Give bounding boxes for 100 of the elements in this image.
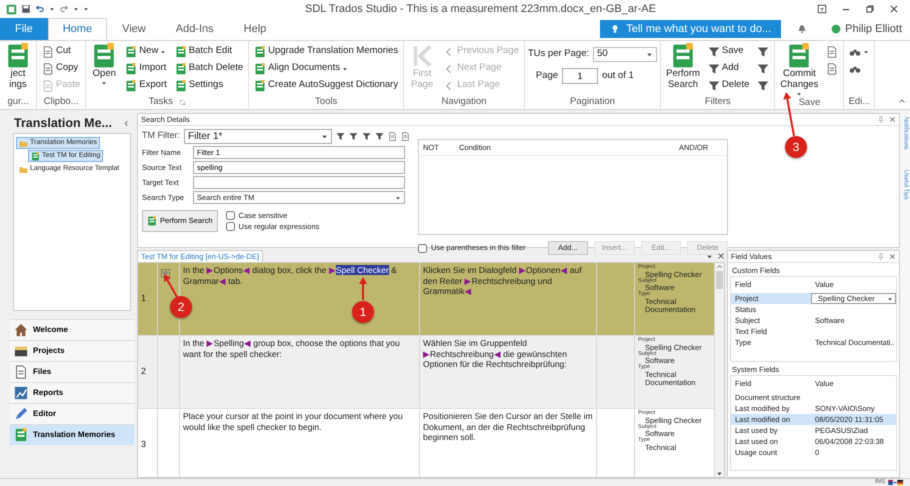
ribbon-button[interactable]: Create AutoSuggest Dictionary (252, 77, 400, 94)
close-icon[interactable] (889, 116, 896, 122)
ledger-icon (174, 80, 187, 92)
ribbon-button[interactable]: Align Documents (252, 60, 400, 77)
nav-button[interactable]: Editor (10, 403, 134, 424)
chevron-icon (716, 263, 723, 270)
ledger-icon (14, 428, 28, 442)
house-icon (14, 323, 28, 337)
funnel-icon (708, 46, 720, 58)
document-icon (42, 62, 54, 74)
caret-icon (101, 80, 108, 86)
ribbon-button[interactable]: Cut (40, 43, 82, 60)
funnel-icon (757, 80, 770, 92)
ribbon-button[interactable]: Delete (706, 77, 752, 94)
caret-icon (160, 48, 166, 54)
ribbon-button[interactable]: Add (706, 60, 752, 77)
document-icon[interactable] (388, 132, 397, 140)
chart-icon (14, 386, 28, 400)
redo-icon[interactable] (59, 4, 69, 14)
document-icon (14, 365, 28, 379)
caret-icon[interactable] (706, 252, 713, 260)
ribbon-button[interactable]: Batch Delete (172, 60, 246, 77)
group-label: Edi... (848, 94, 870, 109)
ledger-icon (147, 216, 157, 226)
ribbon-display-icon (817, 4, 827, 14)
caret-icon (887, 296, 893, 302)
nav-button[interactable]: Projects (10, 340, 134, 361)
ledger-icon (5, 43, 31, 69)
ledger-icon (174, 62, 187, 74)
source-text: In the ▶Spelling◀ group box, choose the options that you want for the spell checker: (180, 336, 420, 408)
ribbon-button[interactable]: Batch Edit (172, 43, 246, 60)
ribbon-tab[interactable]: Help (228, 18, 282, 40)
ribbon-button[interactable]: Settings (172, 77, 246, 94)
scrollbar[interactable] (715, 263, 724, 477)
ribbon-button[interactable]: Open (89, 43, 120, 86)
nav-button[interactable]: Files (10, 361, 134, 382)
scroll-thumb[interactable] (716, 271, 723, 289)
collapse-icon[interactable] (898, 97, 906, 105)
collapse-icon[interactable] (123, 120, 130, 126)
caret-icon[interactable] (49, 6, 55, 12)
document-icon (826, 46, 838, 58)
dropdown-field[interactable]: 50 (593, 46, 658, 62)
close-icon[interactable] (717, 252, 725, 260)
ribbon-button[interactable]: Import (123, 60, 169, 77)
folder-icon (19, 138, 28, 148)
field-label: TM Filter: (142, 129, 180, 142)
tell-me-box[interactable]: Tell me what you want to do... (600, 20, 782, 38)
user-account[interactable]: Philip Elliott (823, 18, 910, 40)
close-icon[interactable] (889, 252, 896, 260)
ribbon-button[interactable]: Export (123, 77, 169, 94)
ledger-icon (174, 46, 187, 58)
ledger-icon (125, 80, 138, 92)
save-icon[interactable] (21, 4, 31, 14)
document-icon[interactable] (401, 132, 410, 140)
ribbon-button[interactable]: Upgrade Translation Memories (252, 43, 400, 60)
ribbon-button[interactable]: ject ings (3, 43, 33, 91)
filter-dropdown[interactable]: Filter 1* (184, 128, 332, 144)
target-text: Klicken Sie im Dialogfeld ▶Optionen◀ auf den Reiter ▶Rechtschreibung und Grammatik◀ (420, 263, 597, 335)
field-label: TUs per Page: (528, 46, 590, 61)
ledger-icon (254, 80, 266, 92)
row-number: 1 (138, 263, 158, 335)
text-field[interactable] (193, 176, 405, 189)
nav-button[interactable]: Translation Memories (10, 424, 134, 445)
bell-icon[interactable] (797, 24, 808, 34)
table-row[interactable] (138, 263, 715, 336)
checkbox[interactable] (226, 211, 235, 220)
funnel-icon (757, 46, 770, 58)
ribbon-button[interactable]: Perform Search (664, 43, 702, 91)
checkbox[interactable] (418, 244, 427, 252)
ledger-icon (31, 152, 40, 160)
nav-button[interactable]: Welcome (10, 319, 134, 340)
ribbon-tab[interactable]: View (107, 18, 161, 40)
ribbon-button[interactable]: New (123, 43, 169, 60)
checkbox[interactable] (226, 222, 235, 231)
ribbon-button[interactable]: Commit Changes (778, 43, 820, 97)
row-number: 2 (138, 336, 158, 408)
undo-icon[interactable] (35, 4, 45, 14)
launcher-icon[interactable] (178, 98, 186, 106)
group-label: gur... (7, 94, 29, 109)
nav-button[interactable]: Reports (10, 382, 134, 403)
ribbon-tab[interactable]: File (0, 18, 48, 40)
ribbon-button[interactable]: Copy (40, 60, 82, 77)
caret-icon (342, 66, 348, 72)
group-label: Save (798, 96, 820, 109)
ribbon-tab[interactable]: Add-Ins (160, 18, 229, 40)
table-row[interactable] (138, 336, 715, 409)
ribbon-button[interactable]: Save (706, 43, 752, 60)
group-label: Tools (315, 94, 338, 109)
group-label: Clipbo... (44, 94, 79, 109)
panel-title: Translation Me... (14, 114, 112, 132)
window-title: SDL Trados Studio - This is a measurement 223mm.docx_en-GB_ar-AE (304, 2, 657, 17)
page-field[interactable]: 1 (562, 68, 598, 84)
restore-icon (865, 4, 875, 14)
group-label: Filters (704, 94, 731, 109)
ribbon-tab[interactable]: Home (48, 18, 108, 40)
callout-arrow (783, 92, 795, 136)
caret-icon (863, 48, 870, 54)
lightbulb-icon (610, 24, 620, 34)
document-icon (42, 80, 54, 92)
target-text: Wählen Sie im Gruppenfeld ▶Rechtschreibung◀ die gewünschten Optionen für die Rechtschreibprüfung: (420, 336, 597, 408)
